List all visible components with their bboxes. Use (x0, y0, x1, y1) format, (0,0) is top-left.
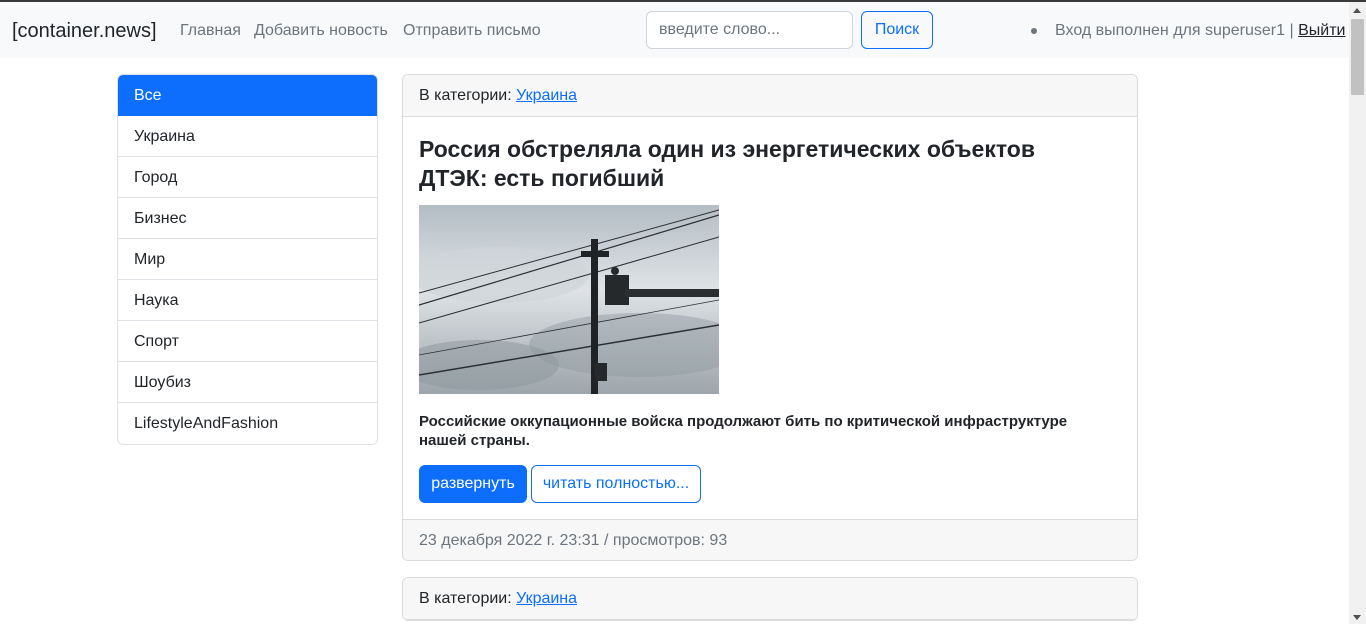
nav-link-add-news[interactable]: Добавить новость (254, 22, 388, 40)
nav-link-send-letter[interactable]: Отправить письмо (403, 22, 541, 40)
card-header: В категории: Украина (403, 578, 1137, 620)
scroll-up-arrow-icon[interactable] (1353, 8, 1361, 13)
bullet-icon (1031, 28, 1037, 34)
card-body: Россия обстреляла один из энергетических… (403, 117, 1137, 519)
brand-logo-link[interactable]: [container.news] (12, 20, 157, 43)
nav-link-home[interactable]: Главная (180, 22, 241, 40)
read-more-button[interactable]: читать полностью... (531, 465, 701, 503)
expand-button[interactable]: развернуть (419, 465, 527, 503)
category-item-business[interactable]: Бизнес (118, 198, 377, 239)
top-navbar: [container.news] Главная Добавить новост… (0, 2, 1349, 58)
category-item-city[interactable]: Город (118, 157, 377, 198)
category-item-showbiz[interactable]: Шоубиз (118, 362, 377, 403)
category-link[interactable]: Украина (516, 87, 577, 104)
category-item-all[interactable]: Все (118, 75, 377, 116)
news-summary: Российские оккупационные войска продолжа… (419, 413, 1068, 449)
search-button[interactable]: Поиск (861, 11, 933, 49)
category-link[interactable]: Украина (516, 590, 577, 607)
news-image (419, 205, 719, 394)
category-prefix: В категории: (419, 590, 512, 607)
category-item-science[interactable]: Наука (118, 280, 377, 321)
page-scrollbar[interactable] (1349, 2, 1366, 624)
news-card: В категории: Украина Россия обстреляла о… (402, 74, 1138, 561)
card-footer-meta: 23 декабря 2022 г. 23:31 / просмотров: 9… (403, 519, 1137, 560)
card-header: В категории: Украина (403, 75, 1137, 117)
category-item-ukraine[interactable]: Украина (118, 116, 377, 157)
scroll-thumb[interactable] (1351, 19, 1364, 95)
search-input[interactable] (646, 11, 853, 49)
category-item-lifestyle[interactable]: LifestyleAndFashion (118, 403, 377, 444)
category-list: Все Украина Город Бизнес Мир Наука Спорт… (117, 74, 378, 445)
login-status-text: Вход выполнен для superuser1 | (1055, 22, 1294, 39)
card-actions: развернуть читать полностью... (419, 465, 1121, 503)
login-status: Вход выполнен для superuser1 | Выйти (1055, 22, 1345, 40)
logout-link[interactable]: Выйти (1298, 22, 1345, 39)
category-prefix: В категории: (419, 87, 512, 104)
scroll-down-arrow-icon[interactable] (1353, 615, 1361, 620)
category-item-world[interactable]: Мир (118, 239, 377, 280)
news-card: В категории: Украина (402, 577, 1138, 621)
category-item-sport[interactable]: Спорт (118, 321, 377, 362)
news-title: Россия обстреляла один из энергетических… (419, 136, 1035, 191)
